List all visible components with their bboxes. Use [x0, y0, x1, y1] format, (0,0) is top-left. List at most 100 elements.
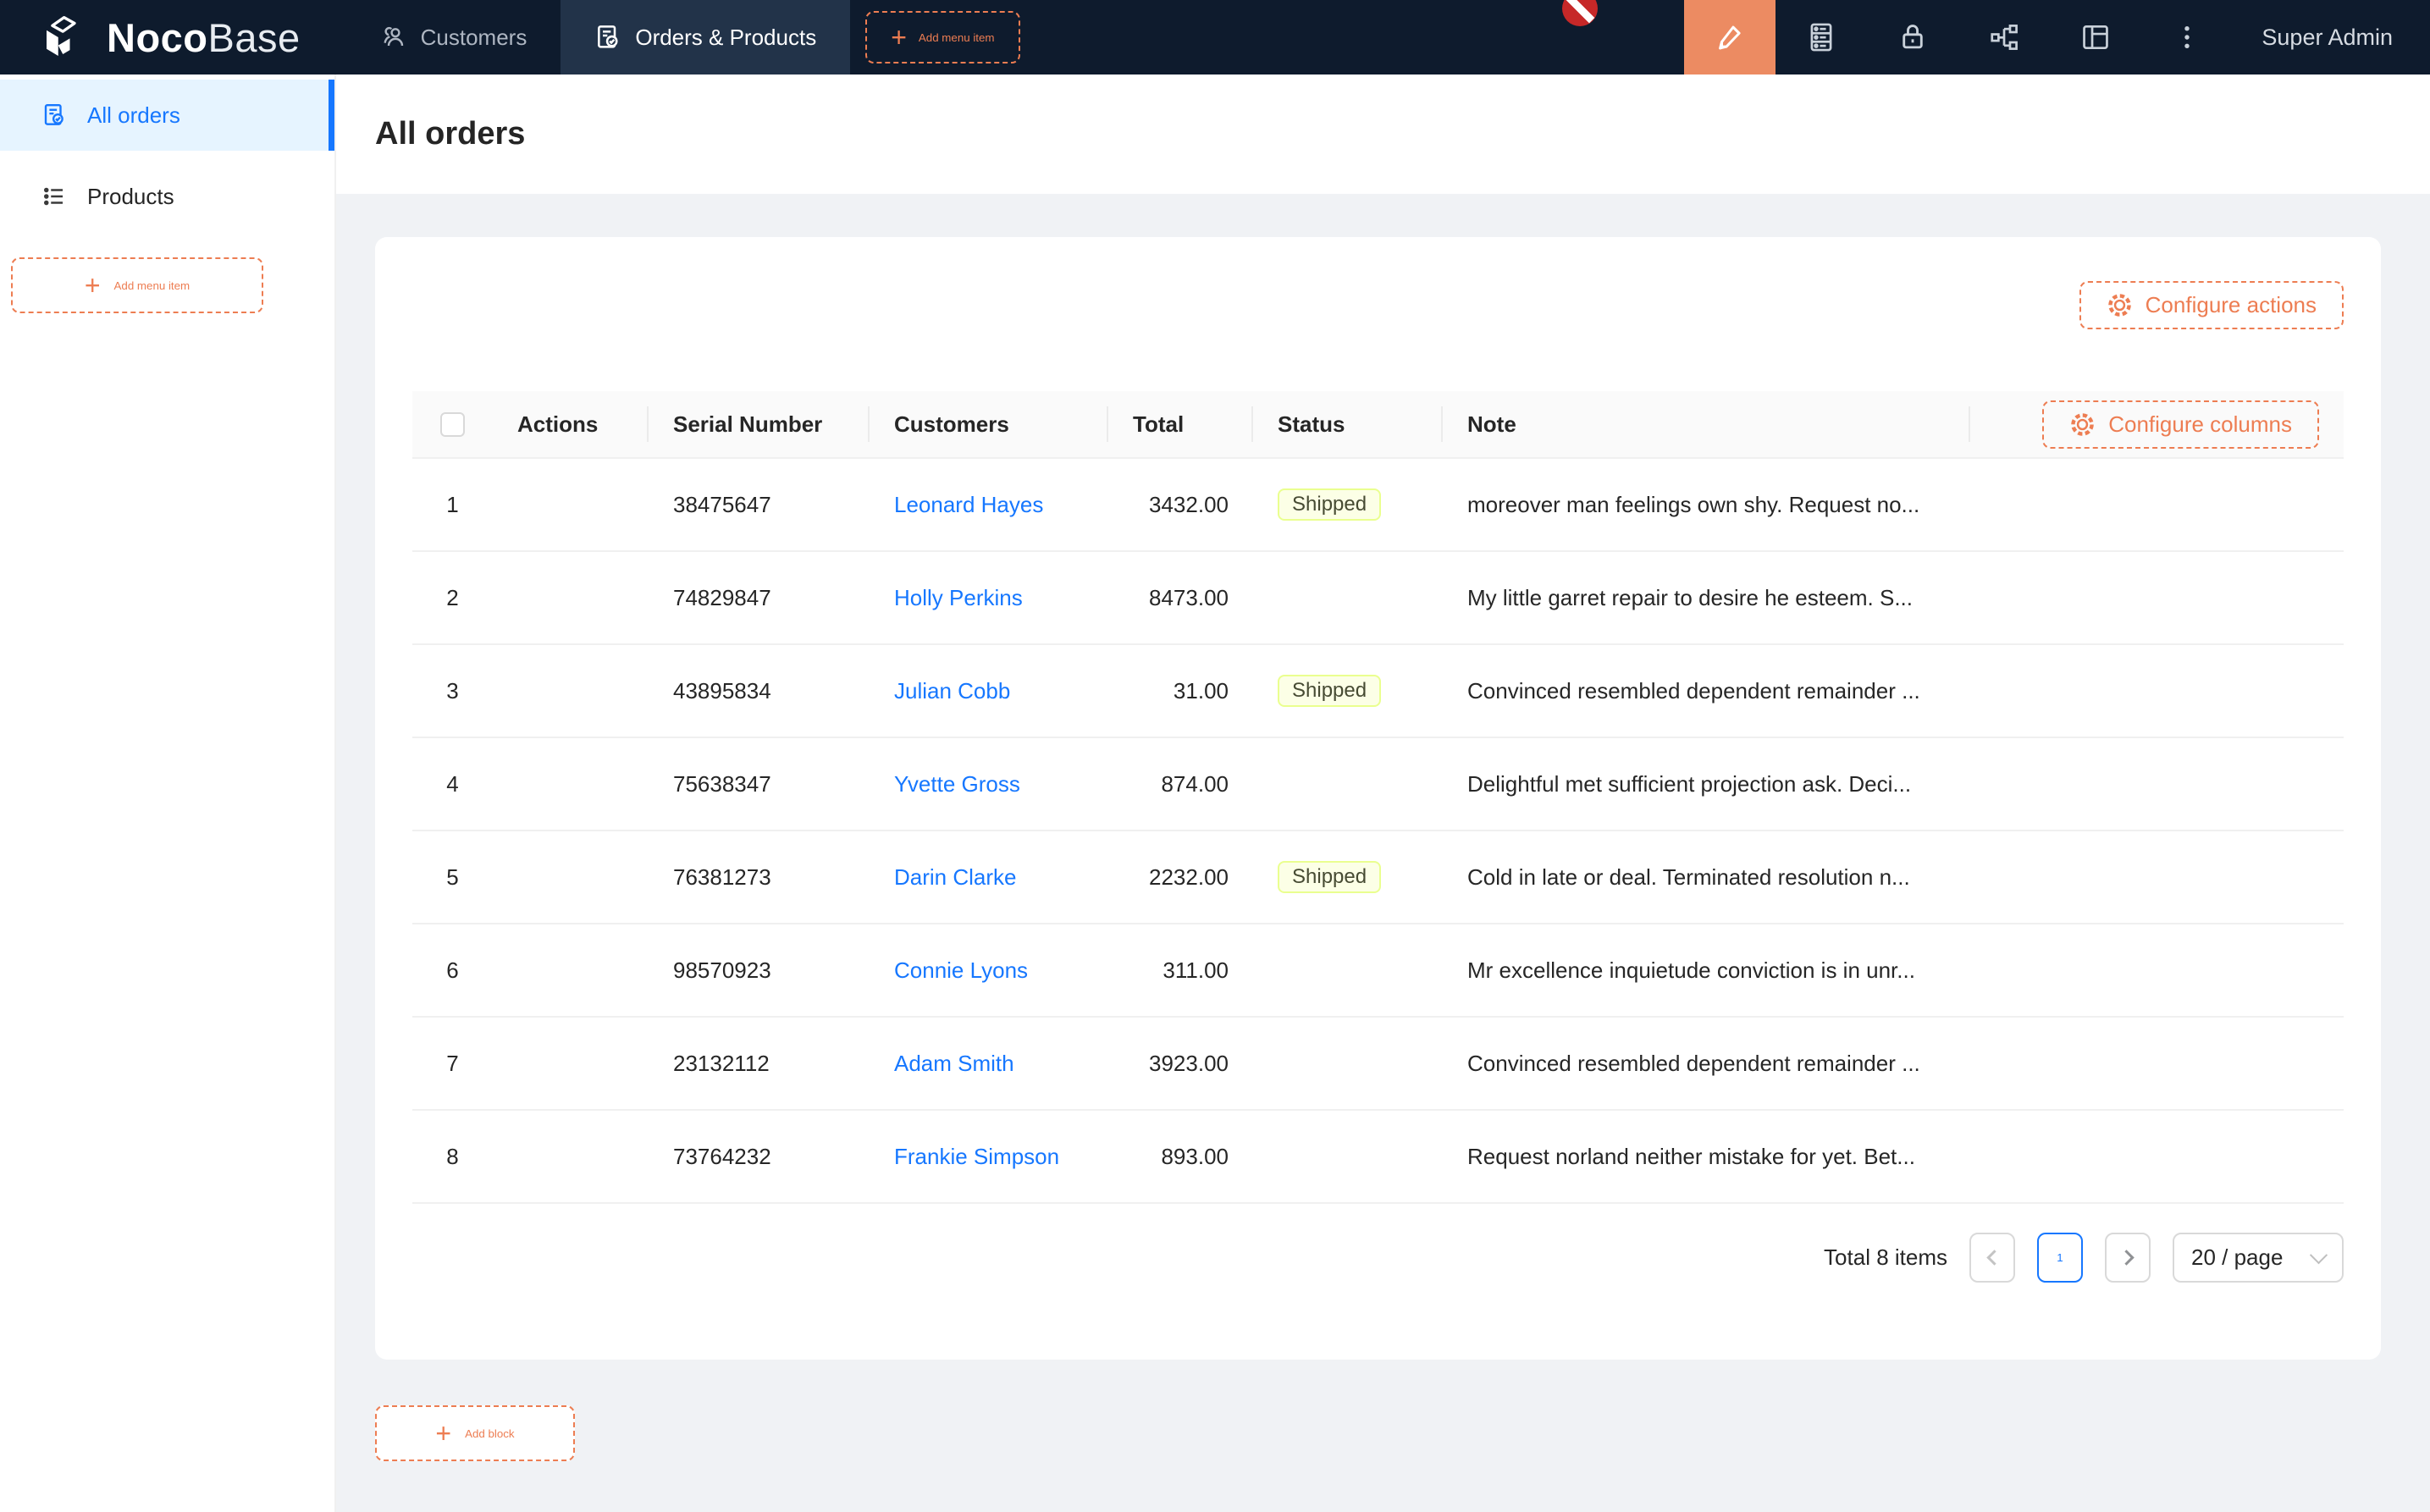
status-cell	[1253, 552, 1443, 643]
note-cell: Delightful met sufficient projection ask…	[1443, 738, 1970, 830]
customer-link[interactable]: Frankie Simpson	[894, 1144, 1059, 1170]
pagination: Total 8 items 1 20 / page	[412, 1233, 2344, 1360]
configure-actions-button[interactable]: Configure actions	[2079, 281, 2344, 329]
row-actions-cell	[493, 645, 649, 737]
table-row: 873764232Frankie Simpson893.00Request no…	[412, 1111, 2344, 1204]
sidebar-item-label: Products	[87, 184, 174, 210]
row-actions-cell	[493, 924, 649, 1016]
chevron-down-icon	[2310, 1246, 2328, 1264]
user-menu[interactable]: Super Admin	[2233, 0, 2430, 74]
serial-number-cell: 38475647	[649, 459, 870, 550]
total-cell: 31.00	[1108, 645, 1253, 737]
row-actions-cell	[493, 552, 649, 643]
row-actions-cell	[493, 831, 649, 923]
sidebar: All orders Products + Add menu item	[0, 74, 336, 1512]
customer-link[interactable]: Connie Lyons	[894, 957, 1028, 984]
note-text: Convinced resembled dependent remainder …	[1467, 1051, 1920, 1077]
total-cell: 311.00	[1108, 924, 1253, 1016]
note-text: My little garret repair to desire he est…	[1467, 585, 1913, 611]
page-size-select[interactable]: 20 / page	[2173, 1233, 2344, 1283]
note-cell: My little garret repair to desire he est…	[1443, 552, 1970, 643]
table-row: 698570923Connie Lyons311.00Mr excellence…	[412, 924, 2344, 1018]
orders-table-block: Configure actions Actions Serial Number …	[375, 237, 2381, 1360]
table-header-row: Actions Serial Number Customers Total St…	[412, 391, 2344, 459]
layout-icon[interactable]	[2050, 0, 2141, 74]
table-row: 274829847Holly Perkins8473.00My little g…	[412, 552, 2344, 645]
select-all-checkbox[interactable]	[440, 412, 465, 437]
table-row: 138475647Leonard Hayes3432.00Shippedmore…	[412, 459, 2344, 552]
pagination-prev-button[interactable]	[1969, 1233, 2015, 1283]
add-menu-item-button-sidebar[interactable]: + Add menu item	[11, 257, 263, 313]
table-row: 576381273Darin Clarke2232.00ShippedCold …	[412, 831, 2344, 924]
tab-orders-products[interactable]: Orders & Products	[561, 0, 850, 74]
customer-cell: Adam Smith	[870, 1018, 1108, 1109]
plus-icon: +	[435, 1420, 451, 1447]
row-actions-cell	[493, 1111, 649, 1202]
table-row: 475638347Yvette Gross874.00Delightful me…	[412, 738, 2344, 831]
customer-link[interactable]: Holly Perkins	[894, 585, 1023, 611]
total-cell: 874.00	[1108, 738, 1253, 830]
header-icon-bar: Super Admin	[1684, 0, 2430, 74]
status-cell	[1253, 1111, 1443, 1202]
row-trailing-cell	[1970, 924, 2344, 1016]
row-actions-cell	[493, 1018, 649, 1109]
customer-link[interactable]: Adam Smith	[894, 1051, 1014, 1077]
more-icon[interactable]	[2141, 0, 2233, 74]
add-menu-item-button-top[interactable]: + Add menu item	[865, 11, 1019, 63]
pagination-total: Total 8 items	[1824, 1244, 1947, 1271]
status-badge: Shipped	[1278, 861, 1381, 893]
pagination-page-1[interactable]: 1	[2037, 1233, 2083, 1283]
lock-icon[interactable]	[1867, 0, 1958, 74]
configure-columns-button[interactable]: Configure columns	[2042, 400, 2319, 449]
sidebar-item-products[interactable]: Products	[0, 161, 334, 232]
add-block-button[interactable]: + Add block	[375, 1405, 575, 1461]
customer-link[interactable]: Julian Cobb	[894, 678, 1010, 704]
note-cell: Cold in late or deal. Terminated resolut…	[1443, 831, 1970, 923]
row-index-cell: 1	[412, 459, 493, 550]
chevron-left-icon	[1986, 1250, 2002, 1265]
nocobase-logo[interactable]: NocoBase	[37, 0, 301, 74]
orders-table-body: 138475647Leonard Hayes3432.00Shippedmore…	[412, 459, 2344, 1204]
status-cell	[1253, 1018, 1443, 1109]
tab-customers[interactable]: Customers	[346, 0, 561, 74]
plugin-flow-icon[interactable]	[1958, 0, 2050, 74]
customer-link[interactable]: Darin Clarke	[894, 864, 1017, 891]
row-index-cell: 6	[412, 924, 493, 1016]
note-cell: Convinced resembled dependent remainder …	[1443, 645, 1970, 737]
note-text: Convinced resembled dependent remainder …	[1467, 678, 1920, 704]
gear-icon	[2107, 292, 2133, 318]
note-cell: moreover man feelings own shy. Request n…	[1443, 459, 1970, 550]
page-title: All orders	[375, 116, 525, 152]
customer-link[interactable]: Yvette Gross	[894, 771, 1020, 797]
tab-label: Orders & Products	[635, 25, 816, 51]
status-cell: Shipped	[1253, 459, 1443, 550]
table-row: 723132112Adam Smith3923.00Convinced rese…	[412, 1018, 2344, 1111]
status-badge: Shipped	[1278, 675, 1381, 707]
list-icon	[41, 184, 67, 209]
row-trailing-cell	[1970, 552, 2344, 643]
serial-number-cell: 98570923	[649, 924, 870, 1016]
row-trailing-cell	[1970, 459, 2344, 550]
app-header: NocoBase Customers	[0, 0, 2430, 74]
status-badge: Shipped	[1278, 488, 1381, 521]
pagination-next-button[interactable]	[2105, 1233, 2151, 1283]
ui-editor-icon[interactable]	[1684, 0, 1776, 74]
plus-icon: +	[85, 272, 101, 299]
configure-columns-cell: Configure columns	[1970, 391, 2344, 457]
column-header-total: Total	[1108, 391, 1253, 457]
blocked-cursor-icon	[1560, 0, 1600, 29]
note-text: Request norland neither mistake for yet.…	[1467, 1144, 1915, 1170]
row-index-cell: 2	[412, 552, 493, 643]
column-header-actions: Actions	[493, 391, 649, 457]
total-cell: 8473.00	[1108, 552, 1253, 643]
database-icon[interactable]	[1776, 0, 1867, 74]
column-header-customers: Customers	[870, 391, 1108, 457]
row-trailing-cell	[1970, 831, 2344, 923]
main-area: All orders Configure actions	[336, 74, 2430, 1512]
note-cell: Convinced resembled dependent remainder …	[1443, 1018, 1970, 1109]
sidebar-item-all-orders[interactable]: All orders	[0, 80, 334, 151]
main-nav: Customers Orders & Products	[346, 0, 851, 74]
customer-link[interactable]: Leonard Hayes	[894, 492, 1043, 518]
column-header-status: Status	[1253, 391, 1443, 457]
row-index-cell: 7	[412, 1018, 493, 1109]
